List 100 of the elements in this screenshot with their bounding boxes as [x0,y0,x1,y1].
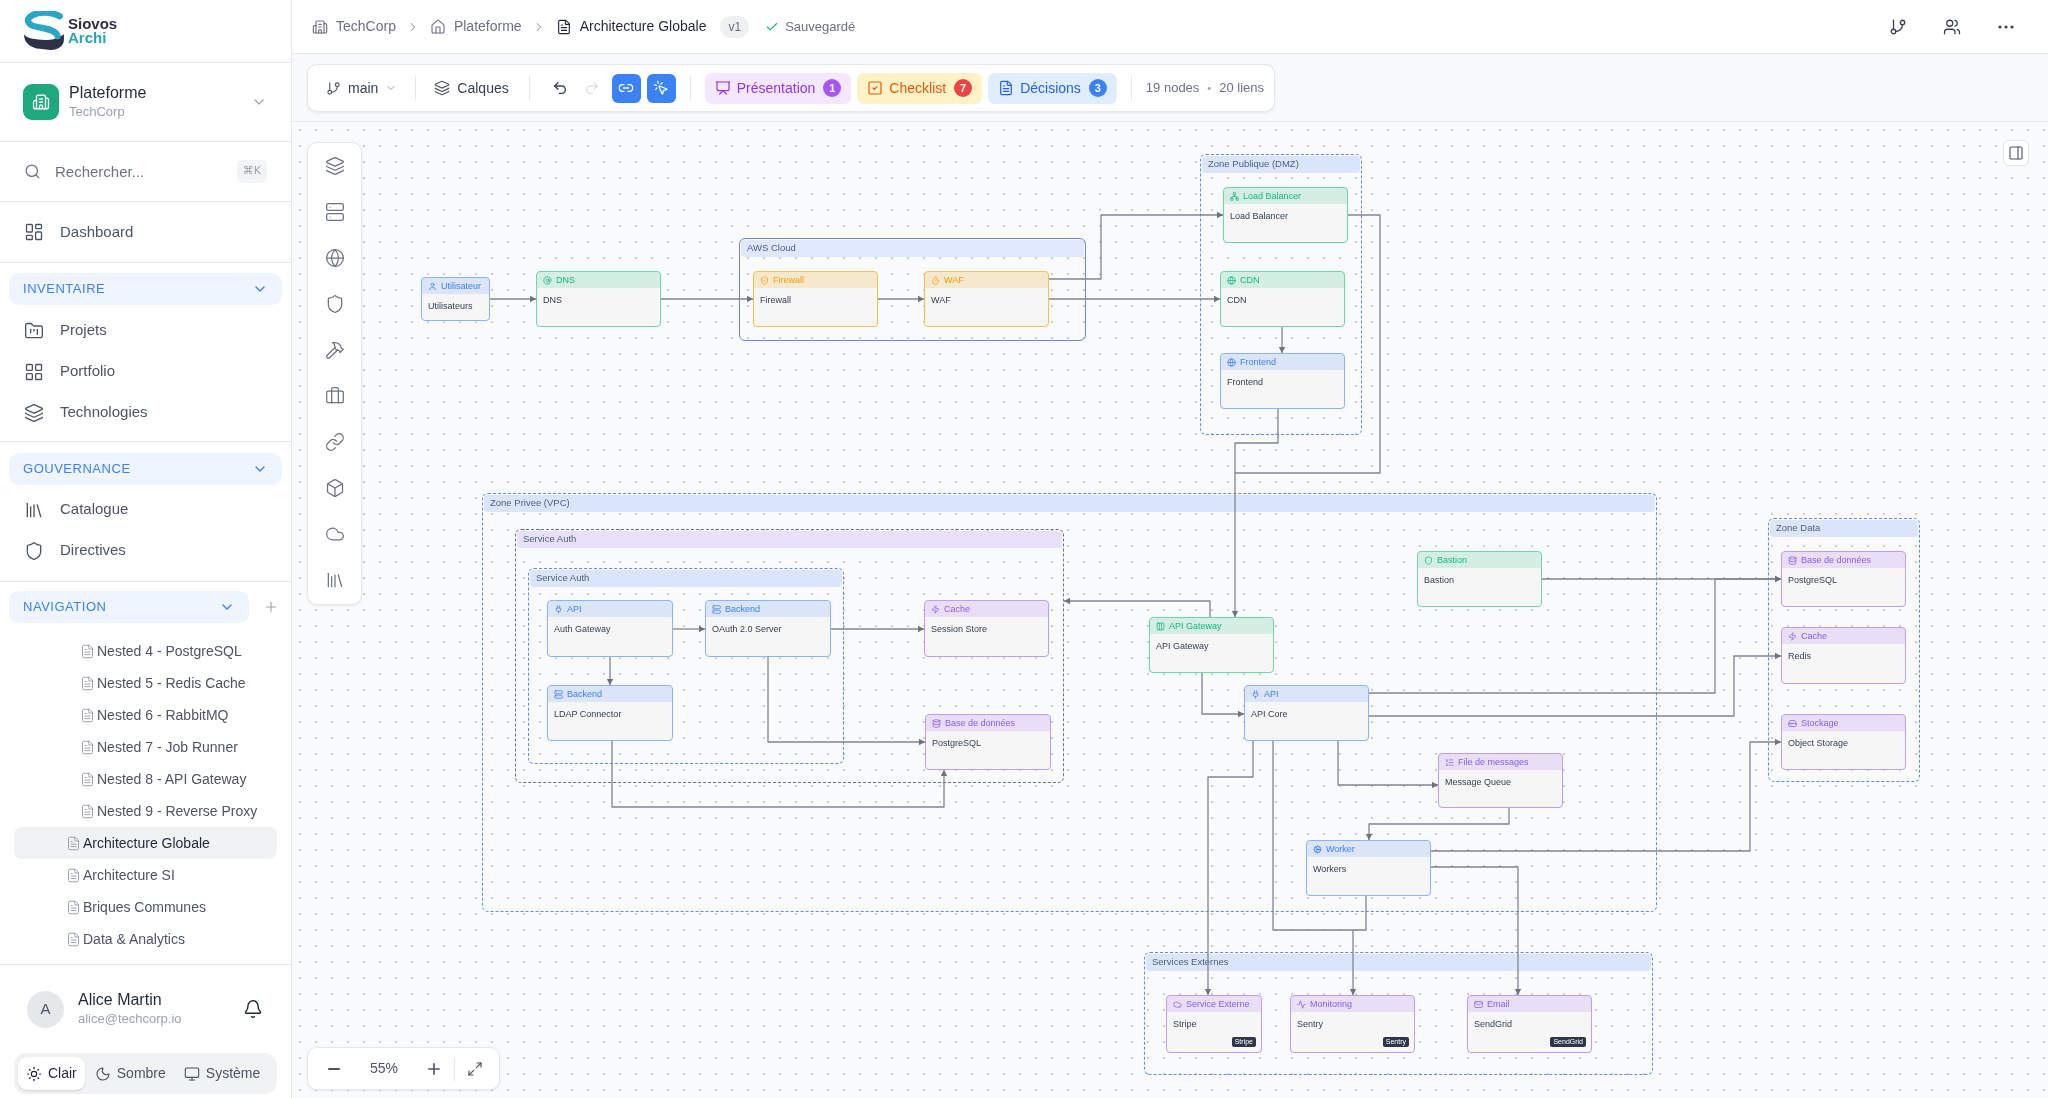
group-title: Zone Publique (DMZ) [1202,156,1360,173]
node-type-label: Cache [944,603,970,615]
plus-icon [428,1062,440,1075]
node-type-label: Monitoring [1310,998,1353,1010]
node-type-label: Bastion [1437,554,1468,566]
tree-item[interactable]: Nested 9 - Reverse Proxy [14,795,277,827]
mail-icon [1474,999,1483,1009]
cog-icon [1313,844,1322,854]
bullet-separator: • [1207,80,1212,96]
node-type-label: DNS [556,274,575,286]
node-title: LDAP Connector [554,709,622,720]
shield-icon [1424,555,1433,565]
building-icon [312,18,328,35]
server-icon [554,689,563,699]
layers-button[interactable]: Calques [428,72,515,104]
plug-icon [1251,689,1260,699]
tree-item[interactable]: Nested 6 - RabbitMQ [14,699,277,731]
node-type-label: API [567,603,582,615]
layers-icon [324,156,345,176]
cursor-click-icon [653,80,670,96]
sidebar-item[interactable]: Projets [9,310,282,351]
at-sign-icon [543,275,552,285]
node-type-label: Cache [1801,630,1827,642]
brand-name: Siovos [68,17,118,31]
columns-icon [1156,621,1165,631]
decisions-button[interactable]: Décisions 3 [988,72,1117,104]
node-title: Redis [1788,651,1811,662]
tree-item[interactable]: Nested 8 - API Gateway [14,763,277,795]
document-icon [80,643,95,659]
node-type-label: Service Externe [1186,998,1250,1010]
workspace-switcher[interactable]: Plateforme TechCorp [0,63,291,142]
connector-arrow [1201,672,1245,718]
tree-item[interactable]: Briques Communes [14,891,277,923]
document-icon [66,867,81,883]
tree-item[interactable]: Architecture SI [14,859,277,891]
sidebar-item[interactable]: Technologies [9,392,282,433]
shield-icon [24,540,44,561]
database-icon [1788,555,1797,565]
document-icon [998,80,1015,96]
node-title: API Core [1251,709,1288,720]
server-icon [324,202,345,222]
group-title: AWS Cloud [741,240,1084,257]
save-status: Sauvegardé [785,17,856,36]
link-mode-button[interactable] [611,73,641,103]
breadcrumb-link[interactable]: Plateforme [429,16,522,37]
hard-drive-icon [1788,718,1797,728]
select-mode-button[interactable] [646,73,676,103]
group-title: Zone Data [1770,520,1918,537]
document-icon [80,771,95,787]
sidebar-item[interactable]: Directives [9,530,282,571]
user-icon [428,281,437,291]
tree-item[interactable]: Data & Analytics [14,923,277,955]
node-title: API Gateway [1156,641,1209,652]
panel-toggle-button[interactable] [2003,140,2029,166]
dashboard-icon [24,222,44,242]
tree-item[interactable]: Nested 5 - Redis Cache [14,667,277,699]
cloud-icon [1173,999,1182,1009]
connector-arrow [877,295,925,303]
minus-icon [328,1067,340,1070]
theme-option[interactable]: Clair [18,1057,85,1090]
document-icon [66,899,81,915]
search-field[interactable]: Rechercher... [55,156,237,187]
group-title: Service Auth [530,570,842,587]
tree-item[interactable]: Nested 7 - Job Runner [14,731,277,763]
breadcrumb-link[interactable]: Architecture Globale [555,16,707,37]
shortcut-key: ⌘K [236,160,267,183]
document-icon [80,707,95,723]
sidebar-item[interactable]: Dashboard [9,211,282,253]
tree-item[interactable]: Architecture Globale [14,827,277,859]
breadcrumb-link[interactable]: TechCorp [312,16,396,37]
node-type-label: Worker [1326,843,1355,855]
version-tag: v1 [720,15,750,38]
globe-icon [1227,357,1236,367]
notification-count: 7 [954,79,973,97]
more-icon [1998,24,2014,29]
node-title: DNS [543,295,562,306]
node-type-label: API Gateway [1169,620,1222,632]
layers-icon [434,80,451,96]
folder-icon [24,320,44,341]
theme-option[interactable]: Sombre [86,1057,174,1090]
sidebar-item[interactable]: Catalogue [9,489,282,530]
node-title: Message Queue [1445,777,1512,788]
node-title: Sentry [1297,1019,1323,1030]
notification-count: 1 [823,79,842,97]
branch-selector[interactable]: main [320,72,404,104]
sidebar-item[interactable]: Portfolio [9,351,282,392]
checklist-button[interactable]: Checklist 7 [857,72,983,104]
node-type-label: Backend [567,688,603,700]
presentation-button[interactable]: Présentation 1 [704,72,852,104]
shield-check-icon [760,275,769,285]
tree-item[interactable]: Nested 4 - PostgreSQL [14,635,277,667]
node-type-label: Base de données [945,717,1016,729]
layers-icon [24,402,44,423]
document-icon [80,675,95,691]
plug-icon [554,604,563,614]
document-icon [555,18,572,35]
theme-option[interactable]: Système [175,1057,269,1090]
document-icon [66,835,81,851]
database-icon [932,718,941,728]
node-type-label: Firewall [773,274,804,286]
